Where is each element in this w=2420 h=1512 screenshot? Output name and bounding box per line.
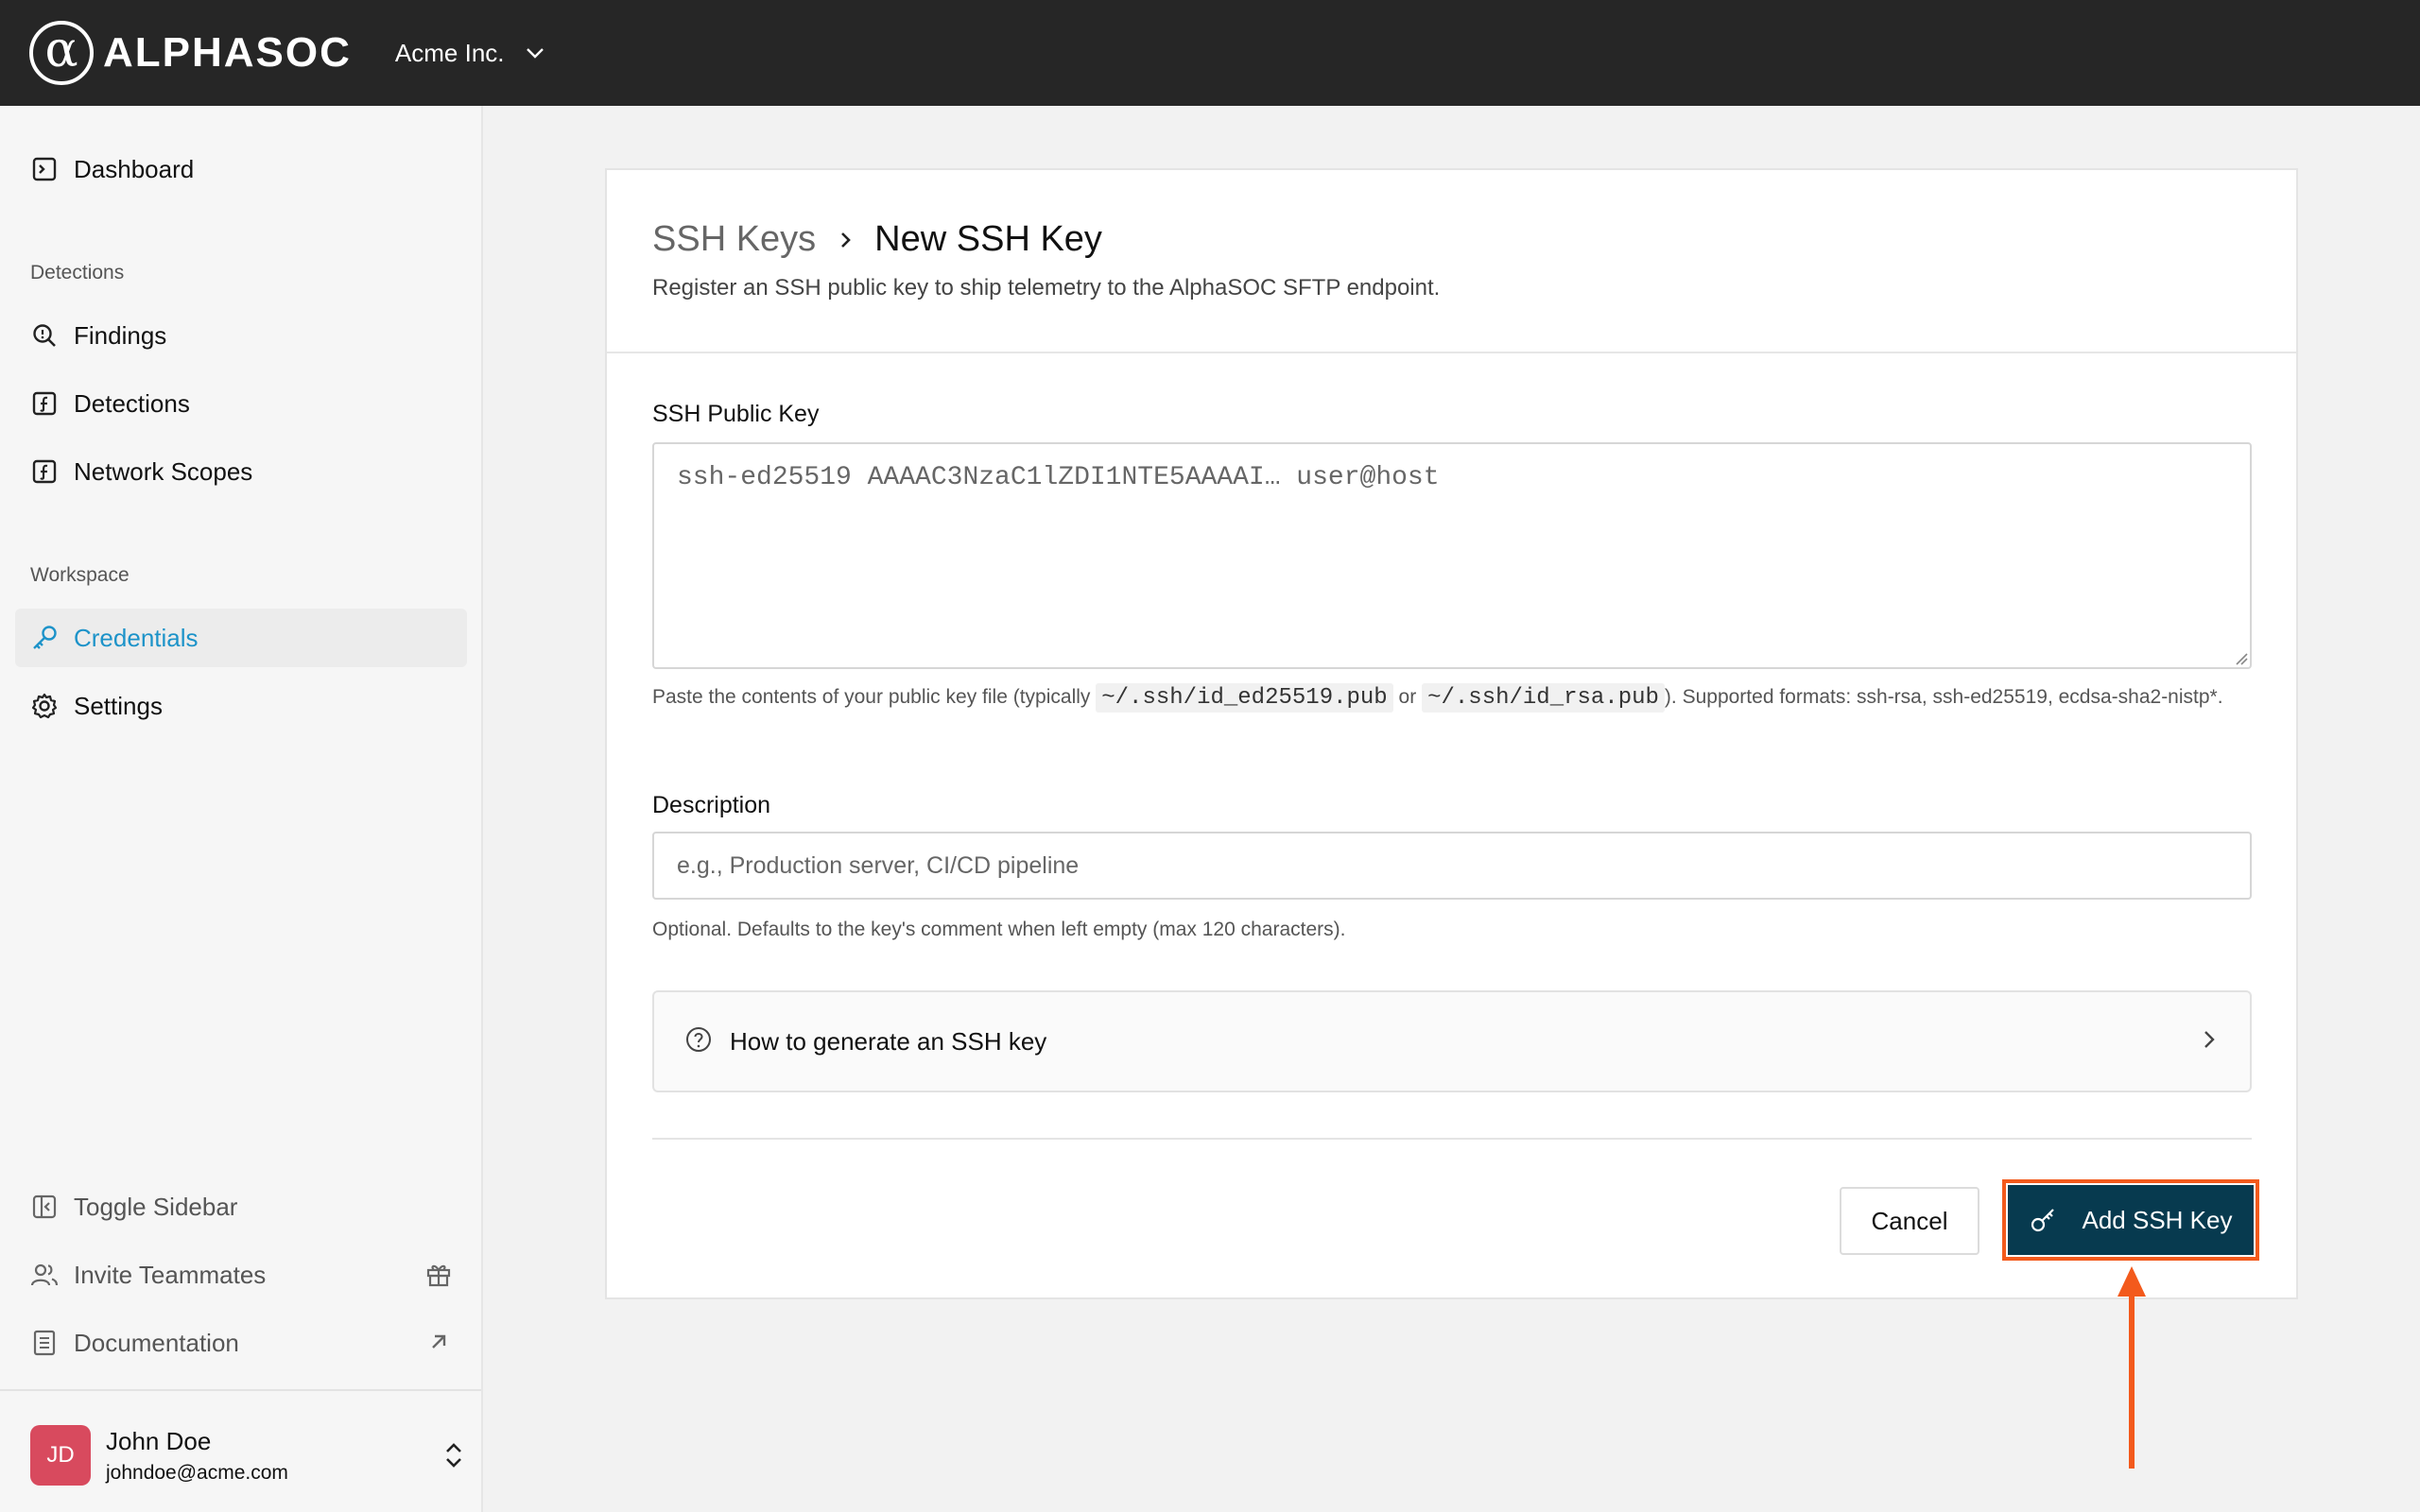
page-subtitle: Register an SSH public key to ship telem… xyxy=(652,275,1441,301)
resize-grip-icon[interactable] xyxy=(2235,652,2248,670)
sidebar-item-label: Credentials xyxy=(74,623,199,652)
arrow-up-right-icon xyxy=(425,1329,452,1362)
org-switcher[interactable]: Acme Inc. xyxy=(395,39,544,68)
breadcrumb: SSH Keys New SSH Key xyxy=(652,219,2296,260)
section-label-detections: Detections xyxy=(30,262,125,284)
description-input[interactable] xyxy=(652,832,2252,900)
sidebar-item-dashboard[interactable]: Dashboard xyxy=(15,140,467,198)
description-label: Description xyxy=(652,792,771,818)
sidebar-item-label: Findings xyxy=(74,320,167,350)
document-icon xyxy=(30,1329,59,1357)
card-header: SSH Keys New SSH Key Register an SSH pub… xyxy=(607,170,2296,353)
annotation-arrow-icon xyxy=(2118,1266,2146,1469)
help-text-part: ). Supported formats: ssh-rsa, ssh-ed255… xyxy=(1664,686,2223,708)
chevron-right-icon xyxy=(838,230,854,250)
users-icon xyxy=(30,1261,59,1289)
top-bar: α ALPHASOC Acme Inc. xyxy=(0,0,2420,106)
new-ssh-key-card: SSH Keys New SSH Key Register an SSH pub… xyxy=(605,168,2298,1299)
add-ssh-key-button[interactable]: Add SSH Key xyxy=(2008,1185,2254,1255)
sidebar-item-label: Invite Teammates xyxy=(74,1260,267,1289)
org-name: Acme Inc. xyxy=(394,38,505,67)
chevron-down-icon xyxy=(526,48,544,59)
sidebar-item-network-scopes[interactable]: Network Scopes xyxy=(15,442,467,501)
breadcrumb-ssh-keys-link[interactable]: SSH Keys xyxy=(652,219,816,260)
alphasoc-logo-mark: α xyxy=(29,21,94,85)
function-square-icon xyxy=(30,457,59,486)
page-title: New SSH Key xyxy=(874,219,1102,259)
user-menu[interactable]: JD John Doe johndoe@acme.com xyxy=(30,1419,465,1491)
description-help-text: Optional. Defaults to the key's comment … xyxy=(652,919,1346,940)
sidebar-item-detections[interactable]: Detections xyxy=(15,374,467,433)
sidebar-item-label: Toggle Sidebar xyxy=(74,1192,238,1221)
sidebar: Dashboard Detections Findings Detections… xyxy=(0,106,483,1512)
chevron-up-down-icon xyxy=(442,1440,465,1475)
toggle-sidebar-button[interactable]: Toggle Sidebar xyxy=(15,1177,467,1236)
sidebar-item-label: Network Scopes xyxy=(74,456,253,486)
sidebar-item-findings[interactable]: Findings xyxy=(15,306,467,365)
sidebar-divider xyxy=(0,1389,481,1391)
function-square-icon xyxy=(30,389,59,418)
sidebar-item-label: Settings xyxy=(74,691,163,720)
documentation-link[interactable]: Documentation xyxy=(15,1314,467,1372)
sidebar-item-label: Detections xyxy=(74,388,190,418)
ssh-public-key-textarea[interactable] xyxy=(652,442,2252,669)
gear-icon xyxy=(30,692,59,720)
how-to-generate-accordion[interactable]: How to generate an SSH key xyxy=(652,990,2252,1092)
key-icon xyxy=(30,624,59,652)
sidebar-item-credentials[interactable]: Credentials xyxy=(15,609,467,667)
brand-name: ALPHASOC xyxy=(103,29,352,76)
terminal-square-icon xyxy=(30,155,59,183)
cancel-button[interactable]: Cancel xyxy=(1840,1187,1979,1255)
avatar: JD xyxy=(30,1425,91,1486)
user-email: johndoe@acme.com xyxy=(106,1461,288,1484)
search-icon xyxy=(30,321,59,350)
panel-left-icon xyxy=(30,1193,59,1221)
accordion-label: How to generate an SSH key xyxy=(730,1026,1047,1056)
help-circle-icon xyxy=(684,1025,713,1058)
key-icon xyxy=(2031,1209,2054,1232)
sidebar-item-label: Dashboard xyxy=(74,154,195,183)
add-ssh-key-label: Add SSH Key xyxy=(2082,1205,2233,1234)
invite-teammates-button[interactable]: Invite Teammates xyxy=(15,1246,467,1304)
code-ed25519-path: ~/.ssh/id_ed25519.pub xyxy=(1096,683,1393,713)
form-divider xyxy=(652,1138,2252,1140)
ssh-public-key-label: SSH Public Key xyxy=(652,401,820,427)
brand-logo[interactable]: α ALPHASOC xyxy=(29,21,352,85)
gift-icon xyxy=(425,1261,452,1294)
section-label-workspace: Workspace xyxy=(30,564,130,586)
sidebar-item-settings[interactable]: Settings xyxy=(15,677,467,735)
sidebar-item-label: Documentation xyxy=(74,1328,239,1357)
code-rsa-path: ~/.ssh/id_rsa.pub xyxy=(1422,683,1665,713)
chevron-right-icon xyxy=(2203,1028,2216,1056)
help-text-part: Paste the contents of your public key fi… xyxy=(652,686,1091,708)
user-name: John Doe xyxy=(106,1426,212,1455)
ssh-key-help-text: Paste the contents of your public key fi… xyxy=(652,682,2259,713)
help-text-part: or xyxy=(1398,686,1417,708)
